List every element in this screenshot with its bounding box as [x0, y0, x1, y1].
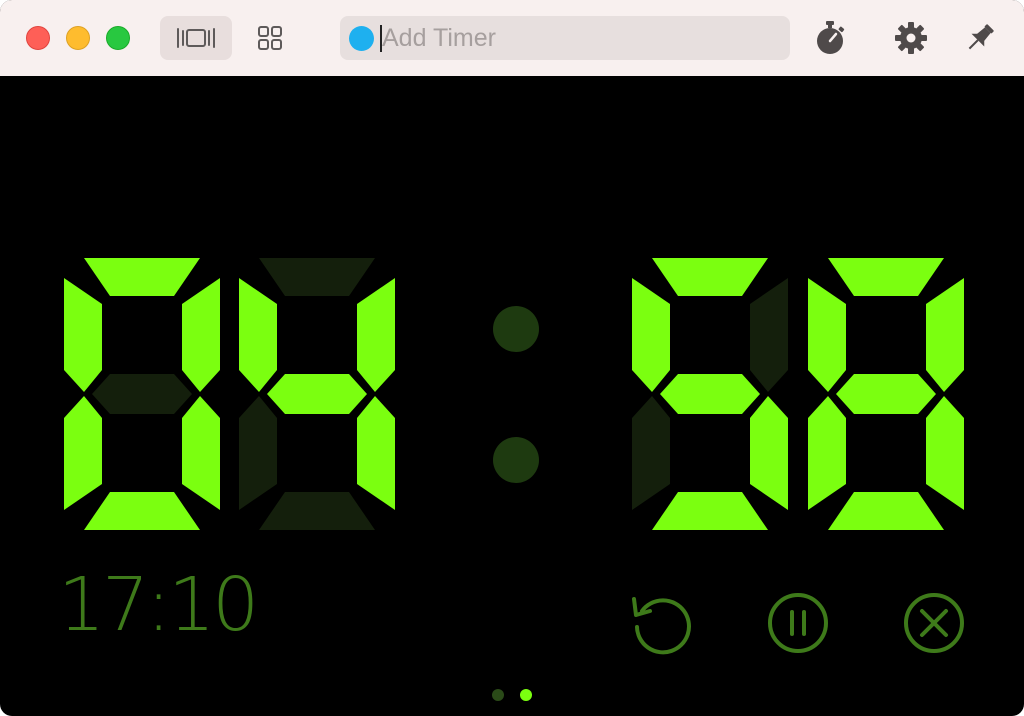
seven-segment-digit — [632, 258, 788, 530]
digit-minutes-tens — [62, 256, 222, 532]
segment-d — [652, 492, 768, 530]
reset-button[interactable] — [628, 591, 692, 655]
pin-window-button[interactable] — [962, 20, 998, 56]
colon-dot-top — [493, 306, 539, 352]
close-window-button[interactable] — [26, 26, 50, 50]
segment-f — [632, 278, 670, 392]
seven-segment-digit — [808, 258, 964, 530]
carousel-view-icon — [177, 28, 215, 48]
close-icon — [904, 593, 964, 653]
segment-e — [64, 396, 102, 510]
segment-b — [750, 278, 788, 392]
stopwatch-button[interactable] — [812, 20, 848, 56]
segment-b — [182, 278, 220, 392]
page-indicator-2[interactable] — [520, 689, 532, 701]
page-indicator-1[interactable] — [492, 689, 504, 701]
stopwatch-icon — [817, 21, 845, 54]
pin-icon — [968, 24, 994, 50]
segment-a — [828, 258, 944, 296]
segment-b — [926, 278, 964, 392]
segment-g — [92, 374, 192, 414]
segment-b — [357, 278, 395, 392]
add-timer-field[interactable] — [340, 16, 790, 60]
segment-d — [84, 492, 200, 530]
segment-g — [836, 374, 936, 414]
gear-icon — [895, 22, 927, 54]
pause-button[interactable] — [766, 591, 830, 655]
segment-f — [808, 278, 846, 392]
pause-icon — [768, 593, 828, 653]
segment-c — [750, 396, 788, 510]
title-bar — [0, 0, 1024, 76]
segment-d — [259, 492, 375, 530]
segment-c — [357, 396, 395, 510]
settings-button[interactable] — [893, 20, 929, 56]
segment-e — [239, 396, 277, 510]
minimize-window-button[interactable] — [66, 26, 90, 50]
grid-view-icon — [258, 26, 282, 50]
timer-display: 17:10 — [0, 76, 1024, 716]
app-window: 17:10 — [0, 0, 1024, 716]
segment-a — [84, 258, 200, 296]
segment-e — [632, 396, 670, 510]
segment-d — [828, 492, 944, 530]
grid-view-button[interactable] — [234, 16, 306, 60]
seven-segment-digit — [239, 258, 395, 530]
timer-color-dot[interactable] — [349, 26, 374, 51]
segment-c — [182, 396, 220, 510]
segment-f — [239, 278, 277, 392]
segment-a — [652, 258, 768, 296]
segment-c — [926, 396, 964, 510]
end-time-label: 17:10 — [58, 562, 259, 648]
digit-seconds-ones — [806, 256, 966, 532]
segment-a — [259, 258, 375, 296]
reset-icon — [632, 597, 691, 655]
zoom-window-button[interactable] — [106, 26, 130, 50]
segment-g — [267, 374, 367, 414]
seven-segment-digit — [64, 258, 220, 530]
segment-e — [808, 396, 846, 510]
segment-f — [64, 278, 102, 392]
single-timer-view-button[interactable] — [160, 16, 232, 60]
cancel-timer-button[interactable] — [902, 591, 966, 655]
digit-seconds-tens — [630, 256, 790, 532]
segment-g — [660, 374, 760, 414]
add-timer-input[interactable] — [382, 22, 772, 54]
colon-dot-bottom — [493, 437, 539, 483]
digit-minutes-ones — [237, 256, 397, 532]
